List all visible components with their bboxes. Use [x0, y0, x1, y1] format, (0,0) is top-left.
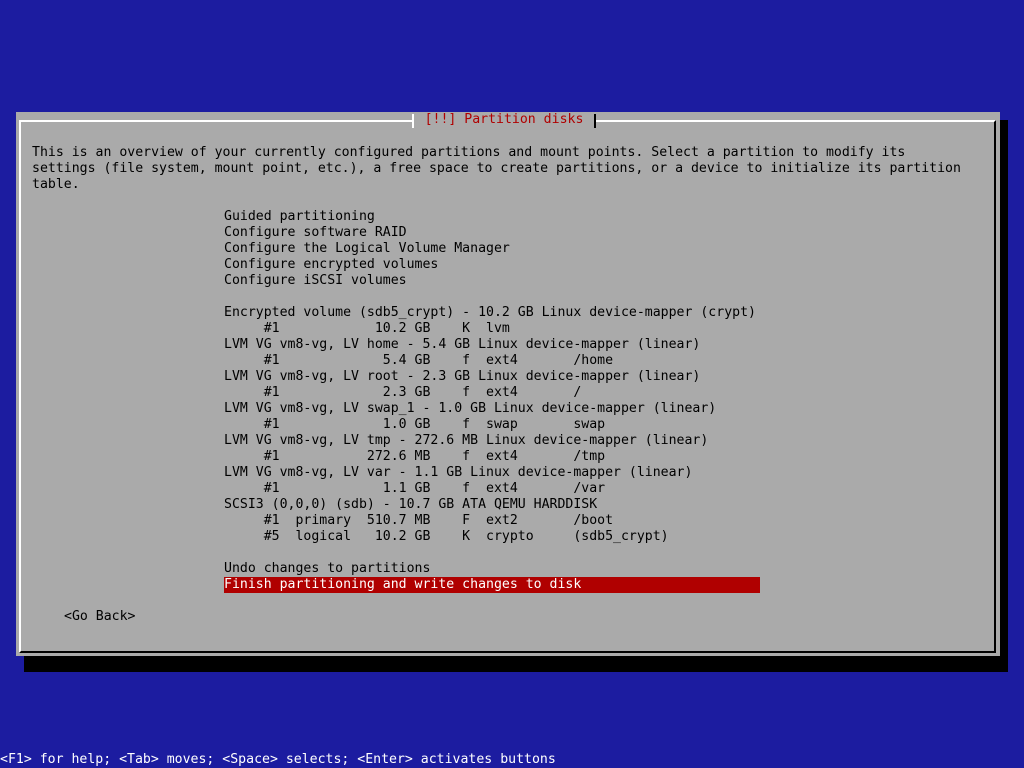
- intro-text-line-1: This is an overview of your currently co…: [32, 145, 906, 160]
- device-lv-tmp[interactable]: LVM VG vm8-vg, LV tmp - 272.6 MB Linux d…: [224, 433, 708, 449]
- menu-item-undo-changes[interactable]: Undo changes to partitions: [224, 561, 430, 577]
- partition-lv-var-1[interactable]: #1 1.1 GB f ext4 /var: [224, 481, 605, 497]
- device-lv-swap-1[interactable]: LVM VG vm8-vg, LV swap_1 - 1.0 GB Linux …: [224, 401, 716, 417]
- device-encrypted-volume-sdb5-crypt[interactable]: Encrypted volume (sdb5_crypt) - 10.2 GB …: [224, 305, 756, 321]
- device-scsi3-sdb[interactable]: SCSI3 (0,0,0) (sdb) - 10.7 GB ATA QEMU H…: [224, 497, 597, 513]
- partition-lv-tmp-1[interactable]: #1 272.6 MB f ext4 /tmp: [224, 449, 605, 465]
- intro-text-line-2: settings (file system, mount point, etc.…: [32, 161, 961, 176]
- partition-sdb-1-boot[interactable]: #1 primary 510.7 MB F ext2 /boot: [224, 513, 613, 529]
- partition-lv-home-1[interactable]: #1 5.4 GB f ext4 /home: [224, 353, 613, 369]
- partition-lv-swap-1-1[interactable]: #1 1.0 GB f swap swap: [224, 417, 605, 433]
- partition-sdb-5-crypto[interactable]: #5 logical 10.2 GB K crypto (sdb5_crypt): [224, 529, 669, 545]
- menu-item-configure-software-raid[interactable]: Configure software RAID: [224, 225, 407, 241]
- menu-item-configure-iscsi-volumes[interactable]: Configure iSCSI volumes: [224, 273, 407, 289]
- device-lv-home[interactable]: LVM VG vm8-vg, LV home - 5.4 GB Linux de…: [224, 337, 700, 353]
- go-back-button[interactable]: <Go Back>: [64, 609, 135, 625]
- device-lv-var[interactable]: LVM VG vm8-vg, LV var - 1.1 GB Linux dev…: [224, 465, 692, 481]
- partition-encrypted-volume-1[interactable]: #1 10.2 GB K lvm: [224, 321, 510, 337]
- partition-lv-root-1[interactable]: #1 2.3 GB f ext4 /: [224, 385, 582, 401]
- menu-item-configure-lvm[interactable]: Configure the Logical Volume Manager: [224, 241, 510, 257]
- menu-item-configure-encrypted-volumes[interactable]: Configure encrypted volumes: [224, 257, 438, 273]
- partition-disks-dialog: [!!] Partition disks This is an overview…: [16, 112, 1000, 656]
- menu-item-finish-partitioning[interactable]: Finish partitioning and write changes to…: [224, 577, 760, 593]
- intro-text-line-3: table.: [32, 177, 80, 192]
- menu-item-guided-partitioning[interactable]: Guided partitioning: [224, 209, 375, 225]
- dialog-title: [!!] Partition disks: [412, 112, 596, 128]
- status-bar: <F1> for help; <Tab> moves; <Space> sele…: [0, 752, 556, 767]
- device-lv-root[interactable]: LVM VG vm8-vg, LV root - 2.3 GB Linux de…: [224, 369, 700, 385]
